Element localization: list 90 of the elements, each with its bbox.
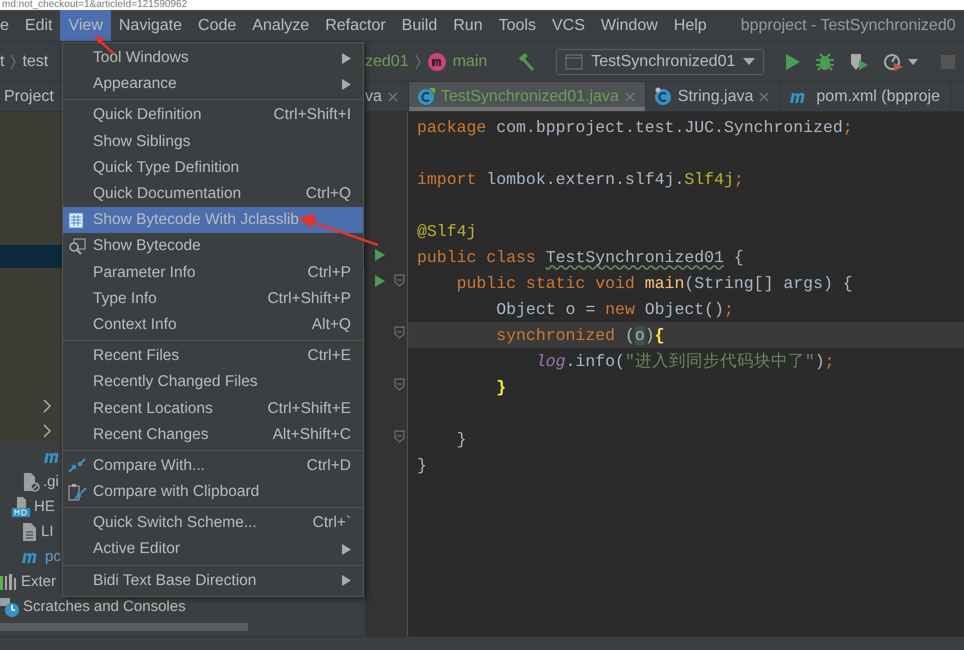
- method-m-icon: [426, 52, 447, 72]
- grid-document-icon: [68, 212, 84, 229]
- code-line: public static void main(String[] args) {: [456, 272, 854, 294]
- menu-item[interactable]: Recent Files Ctrl+E: [63, 343, 363, 370]
- menu-item[interactable]: Show Siblings: [63, 128, 363, 155]
- horizontal-scrollbar[interactable]: [0, 623, 248, 631]
- run-icon[interactable]: [375, 275, 385, 287]
- gauge-icon[interactable]: [883, 52, 906, 72]
- markdown-file-icon: [11, 496, 31, 518]
- bug-icon[interactable]: [815, 52, 836, 72]
- menu-bar-item[interactable]: Code: [190, 10, 244, 41]
- caret-icon: [743, 58, 756, 66]
- menu-item[interactable]: Appearance: [63, 71, 363, 98]
- window-icon: [565, 54, 584, 70]
- shield-run-icon[interactable]: [849, 52, 870, 72]
- menu-bar-item[interactable]: Build: [394, 10, 446, 41]
- menu-item[interactable]: Recently Changed Files: [63, 369, 363, 396]
- menu-item[interactable]: Quick Switch Scheme... Ctrl+`: [63, 510, 363, 536]
- caret-icon[interactable]: [908, 58, 918, 64]
- menu-item[interactable]: Type Info Ctrl+Shift+P: [63, 286, 363, 312]
- search-document-icon: [68, 238, 86, 255]
- breadcrumb-separator-icon: [414, 54, 421, 70]
- menu-item[interactable]: Bidi Text Base Direction: [63, 568, 363, 594]
- close-icon[interactable]: [759, 92, 770, 102]
- breadcrumb[interactable]: zed01: [365, 52, 409, 70]
- menu-item[interactable]: Compare with Clipboard: [63, 479, 363, 506]
- fold-marker-icon[interactable]: [394, 430, 405, 443]
- menu-bar-item[interactable]: Analyze: [244, 10, 318, 41]
- scratch-clock-icon: [0, 596, 20, 618]
- menu-bar-item[interactable]: e: [0, 10, 17, 41]
- file-icon: [22, 472, 40, 492]
- menu-bar-item[interactable]: Run: [445, 10, 491, 41]
- compare-arrows-icon: [68, 457, 86, 474]
- code-line: import lombok.extern.slf4j.Slf4j;: [416, 168, 745, 190]
- tree-item-label[interactable]: pc: [45, 548, 61, 565]
- tree-item-label[interactable]: Exter: [21, 573, 56, 590]
- editor-tab[interactable]: String.java: [646, 82, 780, 111]
- run-icon[interactable]: [785, 52, 802, 70]
- menu-bar-item[interactable]: Help: [666, 10, 715, 41]
- text-file-icon: [22, 522, 38, 542]
- close-icon[interactable]: [388, 92, 398, 102]
- run-configuration-dropdown[interactable]: TestSynchronized01: [556, 48, 764, 74]
- menu-bar-item[interactable]: Edit: [16, 10, 60, 41]
- tree-item-label[interactable]: Scratches and Consoles: [23, 598, 186, 615]
- code-line: public class TestSynchronized01 {: [416, 246, 745, 268]
- menu-bar-item[interactable]: Tools: [490, 10, 544, 41]
- breadcrumb[interactable]: main: [452, 52, 488, 70]
- menu-bar-item[interactable]: Refactor: [317, 10, 394, 41]
- code-line: log.info("进入到同步代码块中了");: [534, 350, 836, 373]
- chevron-right-icon[interactable]: [42, 398, 52, 413]
- close-icon[interactable]: [624, 92, 635, 102]
- code-line: package com.bpproject.test.JUC.Synchronized;: [416, 116, 854, 138]
- url-text: md:not_checkout=1&articleId=121590962: [2, 0, 188, 10]
- menu-item[interactable]: Quick Definition Ctrl+Shift+I: [63, 102, 363, 129]
- menu-item[interactable]: Context Info Alt+Q: [63, 312, 363, 338]
- code-line: @Slf4j: [416, 220, 478, 242]
- clipboard-compare-icon: [68, 483, 87, 502]
- window-title: bpproject - TestSynchronized0: [740, 16, 956, 34]
- menu-item[interactable]: Active Editor: [63, 536, 363, 563]
- menu-bar-item[interactable]: Window: [592, 10, 666, 41]
- code-line: Object o = new Object();: [495, 298, 735, 320]
- menu-item[interactable]: Recent Locations Ctrl+Shift+E: [63, 395, 363, 422]
- library-bars-icon: [0, 574, 18, 590]
- fold-marker-icon[interactable]: [394, 326, 405, 339]
- menu-item[interactable]: Show Bytecode: [63, 233, 363, 260]
- code-line: }: [416, 454, 428, 476]
- breadcrumb[interactable]: t: [0, 52, 4, 70]
- breadcrumb[interactable]: test: [22, 52, 48, 70]
- editor-tab[interactable]: pom.xml (bpproje: [780, 82, 951, 111]
- fold-marker-icon[interactable]: [394, 274, 405, 287]
- class-file-icon: [416, 88, 435, 106]
- fold-marker-icon[interactable]: [394, 378, 405, 391]
- menu-bar-item[interactable]: Navigate: [110, 10, 190, 41]
- menu-item[interactable]: Parameter Info Ctrl+P: [63, 260, 363, 286]
- menu-bar-item[interactable]: VCS: [544, 10, 593, 41]
- menu-item[interactable]: Quick Type Definition: [63, 154, 363, 181]
- menu-item[interactable]: Compare With... Ctrl+D: [63, 452, 363, 479]
- tree-item-label[interactable]: LI: [41, 523, 54, 540]
- menu-item[interactable]: Quick Documentation Ctrl+Q: [63, 180, 363, 208]
- chevron-right-icon[interactable]: [42, 424, 52, 438]
- tree-item-label[interactable]: HE: [34, 498, 55, 515]
- tree-item-label[interactable]: .gi: [43, 473, 59, 490]
- class-file-icon: [654, 87, 672, 106]
- menu-item[interactable]: Recent Changes Alt+Shift+C: [63, 422, 363, 448]
- run-icon[interactable]: [375, 249, 385, 261]
- code-line: }: [456, 428, 468, 450]
- menu-item[interactable]: Tool Windows: [63, 45, 363, 72]
- breadcrumb-separator-icon: [10, 54, 16, 70]
- code-line: }: [495, 376, 508, 398]
- panel-title[interactable]: Project: [4, 88, 54, 106]
